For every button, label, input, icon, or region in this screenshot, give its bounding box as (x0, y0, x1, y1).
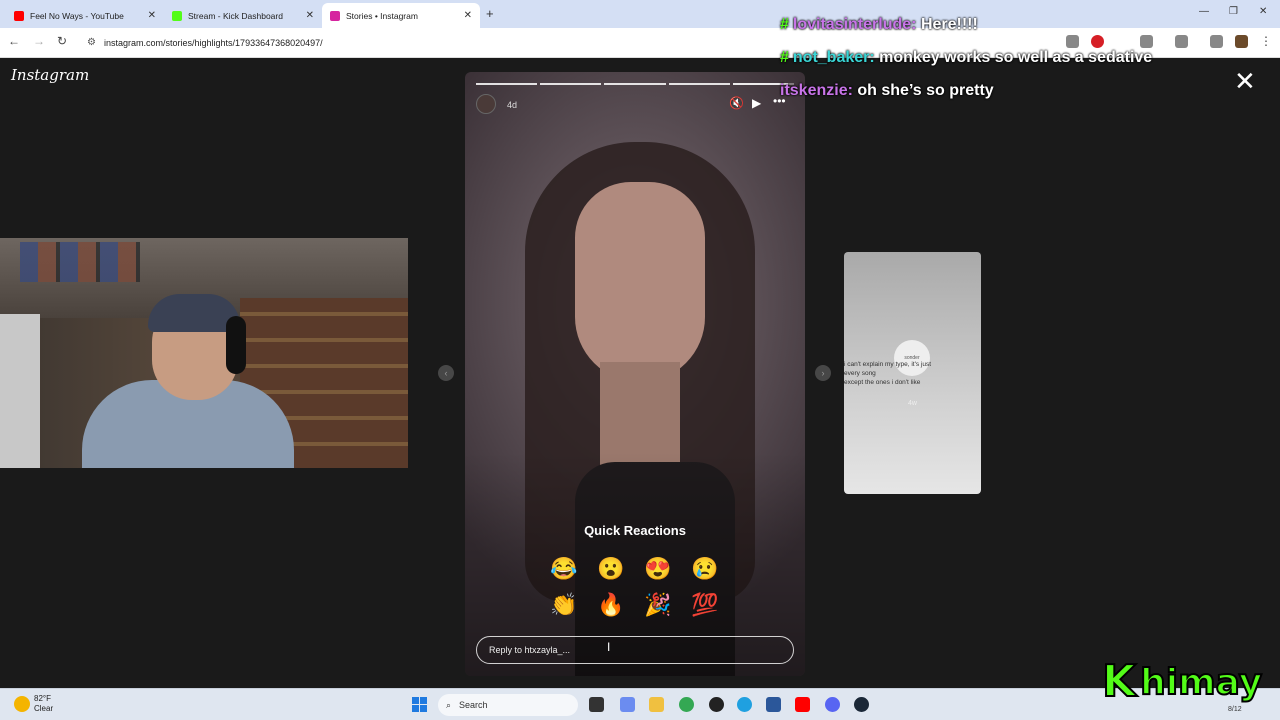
new-tab-button[interactable]: + (486, 6, 494, 21)
weather-widget[interactable]: 82°F Clear (14, 694, 53, 714)
instagram-icon (330, 10, 340, 21)
previous-story-button[interactable]: ‹ (438, 365, 454, 381)
tab-kick-dashboard[interactable]: Stream - Kick Dashboard ✕ (164, 3, 322, 28)
browser-tab-bar: Feel No Ways - YouTube ✕ Stream - Kick D… (0, 0, 1280, 28)
clock-date[interactable]: 8/12 (1228, 706, 1242, 713)
steam-icon[interactable] (854, 697, 869, 712)
taskbar-search[interactable]: ⌕ Search (438, 694, 578, 716)
text-cursor-icon: I (607, 640, 611, 654)
obs-icon[interactable] (709, 697, 724, 712)
reading-list-icon[interactable] (1210, 35, 1223, 48)
reaction-laugh[interactable]: 😂 (549, 554, 579, 584)
story-progress-bar (476, 83, 795, 85)
site-info-icon[interactable]: ⚙ (87, 37, 96, 48)
chat-text: Here!!!! (920, 16, 978, 33)
weather-temp: 82°F (34, 694, 51, 703)
back-button[interactable]: ← (8, 34, 20, 48)
story-age: 4d (507, 100, 518, 110)
minimize-button[interactable]: — (1199, 6, 1209, 17)
streamer-name: himay (1139, 661, 1263, 704)
weather-condition: Clear (34, 704, 54, 713)
reaction-party[interactable]: 🎉 (643, 590, 673, 620)
extension-icon[interactable] (1066, 35, 1079, 48)
progress-segment (604, 83, 666, 85)
next-story-preview[interactable]: sonder i can't explain my type, it's jus… (844, 252, 981, 494)
reload-button[interactable]: ↻ (57, 34, 67, 48)
edge-icon[interactable] (737, 697, 752, 712)
url-text: instagram.com/stories/highlights/1793364… (104, 38, 323, 48)
chat-username: not_baker: (792, 49, 875, 66)
close-tab-icon[interactable]: ✕ (464, 10, 472, 21)
reaction-fire[interactable]: 🔥 (596, 590, 626, 620)
webcam-posters (20, 242, 140, 282)
store-icon[interactable] (766, 697, 781, 712)
webcam-door (0, 314, 40, 468)
tab-title: Feel No Ways - YouTube (30, 10, 124, 21)
progress-segment (476, 83, 538, 85)
close-window-button[interactable]: ✕ (1259, 6, 1267, 17)
close-viewer-button[interactable]: ✕ (1234, 68, 1256, 94)
next-story-text: i can't explain my type, it's just every… (844, 361, 932, 386)
chat-username: itskenzie: (780, 82, 853, 99)
kick-stream-logo: K himay (1101, 656, 1263, 707)
weather-sun-icon (14, 696, 30, 712)
chrome-icon[interactable] (679, 697, 694, 712)
youtube-icon (14, 10, 24, 21)
forward-button[interactable]: → (33, 34, 45, 48)
chat-message: # not_baker: monkey works so well as a se… (780, 49, 1152, 67)
kick-logo-icon: K (1101, 656, 1137, 707)
play-icon[interactable]: ▶ (752, 96, 761, 110)
reaction-hundred[interactable]: 💯 (690, 590, 720, 620)
profile-avatar[interactable] (1235, 35, 1248, 48)
chat-text: monkey works so well as a sedative (879, 49, 1153, 66)
chat-username: lovitasinterlude: (792, 16, 917, 33)
reaction-sad[interactable]: 😢 (690, 554, 720, 584)
chat-message: itskenzie: oh she’s so pretty (780, 82, 994, 100)
youtube-app-icon[interactable] (795, 697, 810, 712)
chat-badge-icon: # (780, 16, 789, 33)
start-button[interactable] (412, 697, 427, 712)
taskbar: 82°F Clear ⌕ Search 8/12 (0, 688, 1280, 720)
mute-icon[interactable]: 🔇 (729, 96, 744, 110)
tab-title: Stream - Kick Dashboard (188, 10, 283, 21)
story-frame[interactable]: 4d 🔇 ▶ ••• Quick Reactions 😂 😮 😍 😢 👏 🔥 🎉… (465, 72, 805, 676)
discord-icon[interactable] (825, 697, 840, 712)
story-photo-face (575, 182, 705, 382)
chat-message: # lovitasinterlude: Here!!!! (780, 16, 978, 34)
webcam-overlay (0, 238, 408, 468)
search-icon: ⌕ (446, 699, 452, 710)
streamer-headset (226, 316, 246, 374)
reaction-clap[interactable]: 👏 (549, 590, 579, 620)
tab-title: Stories • Instagram (346, 10, 418, 21)
tab-instagram-stories[interactable]: Stories • Instagram ✕ (322, 3, 480, 28)
quick-reactions-title: Quick Reactions (584, 523, 686, 538)
reaction-surprised[interactable]: 😮 (596, 554, 626, 584)
next-story-age: 4w (908, 400, 917, 407)
chat-badge-icon: # (780, 49, 789, 66)
taskbar-search-label: Search (459, 700, 488, 710)
opera-extension-icon[interactable] (1091, 35, 1104, 48)
file-explorer-icon[interactable] (649, 697, 664, 712)
chat-text: oh she’s so pretty (857, 82, 994, 99)
reply-placeholder: Reply to htxzayla_... (489, 645, 571, 655)
menu-icon[interactable]: ⋮ (1260, 35, 1273, 48)
reply-input[interactable]: Reply to htxzayla_... (476, 636, 794, 664)
kick-icon (172, 10, 182, 21)
progress-segment (540, 83, 602, 85)
story-author-avatar[interactable] (476, 94, 496, 114)
screen: Feel No Ways - YouTube ✕ Stream - Kick D… (0, 0, 1280, 720)
close-tab-icon[interactable]: ✕ (148, 10, 156, 21)
instagram-logo[interactable]: Instagram (11, 66, 89, 84)
extensions-icon[interactable] (1140, 35, 1153, 48)
task-view-icon[interactable] (589, 697, 604, 712)
maximize-button[interactable]: ❐ (1229, 6, 1238, 17)
sidebar-icon[interactable] (1175, 35, 1188, 48)
tab-youtube[interactable]: Feel No Ways - YouTube ✕ (6, 3, 164, 28)
copilot-icon[interactable] (620, 697, 635, 712)
next-story-button[interactable]: › (815, 365, 831, 381)
reaction-heart-eyes[interactable]: 😍 (643, 554, 673, 584)
progress-segment (668, 83, 730, 85)
close-tab-icon[interactable]: ✕ (306, 10, 314, 21)
